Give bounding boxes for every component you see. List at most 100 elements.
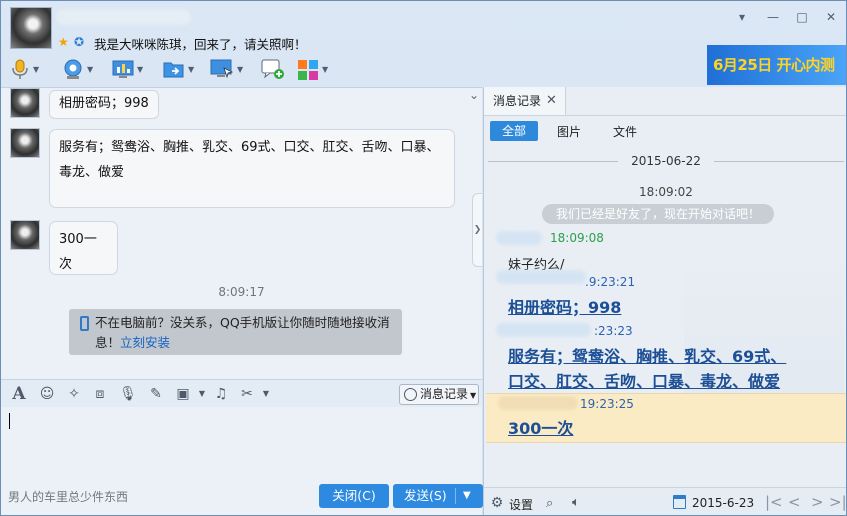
close-button[interactable]: 关闭(C) bbox=[319, 484, 389, 508]
calendar-icon[interactable] bbox=[673, 495, 686, 509]
message-history-button[interactable]: 消息记录 ▼ bbox=[399, 384, 479, 405]
chevron-down-icon[interactable]: ▼ bbox=[137, 65, 143, 74]
text-caret bbox=[9, 413, 10, 429]
sms-icon bbox=[261, 59, 284, 79]
history-entry-time: 18:09:08 bbox=[550, 231, 604, 245]
tab-label: 消息记录 bbox=[493, 94, 542, 108]
send-button[interactable]: 发送(S) ▼ bbox=[393, 484, 483, 508]
chevron-down-icon[interactable]: ▼ bbox=[322, 65, 328, 74]
menu-dropdown-icon[interactable]: ▾ bbox=[733, 9, 751, 25]
remote-desktop-icon bbox=[210, 59, 234, 79]
minimize-icon[interactable]: — bbox=[764, 9, 782, 25]
settings-button[interactable]: 设置 bbox=[509, 496, 533, 513]
history-entry-text: 口交、肛交、舌吻、口暴、毒龙、做爱 bbox=[508, 372, 781, 391]
music-icon[interactable]: ♫ bbox=[212, 385, 230, 403]
close-window-icon[interactable]: ✕ bbox=[822, 9, 840, 25]
message-avatar[interactable] bbox=[10, 128, 40, 158]
filter-all-button[interactable]: 全部 bbox=[490, 121, 538, 141]
date-divider: 2015-06-22 bbox=[484, 154, 846, 168]
chevron-down-icon[interactable]: ▼ bbox=[33, 65, 39, 74]
message-avatar[interactable] bbox=[10, 220, 40, 250]
star-icon[interactable]: ★ bbox=[58, 35, 69, 49]
emoji-icon[interactable]: ☺ bbox=[38, 385, 56, 403]
tab-message-history[interactable]: 消息记录 ✕ bbox=[484, 87, 566, 115]
remote-desktop-button[interactable]: ▼ bbox=[210, 57, 243, 81]
voice-message-icon[interactable]: 🎙︎ bbox=[119, 385, 137, 403]
close-tab-icon[interactable]: ✕ bbox=[546, 87, 557, 115]
voice-icon bbox=[12, 59, 28, 79]
clock-icon bbox=[404, 388, 417, 401]
message-text: 300一次 bbox=[59, 232, 97, 272]
send-label: 发送(S) bbox=[404, 488, 447, 503]
history-entry-time: :23:23 bbox=[594, 324, 633, 338]
voice-call-button[interactable]: ▼ bbox=[10, 57, 39, 81]
apps-button[interactable]: ▼ bbox=[297, 57, 328, 81]
chevron-down-icon[interactable]: ▼ bbox=[193, 385, 211, 403]
apps-icon bbox=[298, 60, 318, 80]
compose-toolbar: A ☺ ✧ ⧈ 🎙︎ ✎ ▣ ▼ ♫ ✂ ▼ 消息记录 ▼ bbox=[1, 379, 482, 407]
history-entry-text: 相册密码；998 bbox=[508, 298, 622, 317]
message-avatar[interactable] bbox=[10, 88, 40, 118]
history-bottom-bar: ⚙ 设置 ⌕ 🔈︎ 2015-6-23 |< < > >| bbox=[484, 487, 846, 515]
sms-button[interactable] bbox=[261, 57, 285, 81]
history-entry-time: .9:23:21 bbox=[585, 275, 636, 289]
chevron-down-icon[interactable]: ▼ bbox=[257, 385, 275, 403]
image-icon[interactable]: ▣ bbox=[174, 385, 192, 403]
file-transfer-button[interactable]: ▼ bbox=[163, 57, 194, 81]
screen-share-icon bbox=[112, 60, 134, 78]
message-text: 服务有；鸳鸯浴、胸推、乳交、69式、口交、肛交、舌吻、口暴、毒龙、做爱 bbox=[59, 140, 440, 180]
video-call-button[interactable]: ▼ bbox=[62, 57, 93, 81]
video-icon bbox=[64, 59, 82, 79]
shake-window-icon[interactable]: ⧈ bbox=[91, 385, 109, 403]
qzone-icon[interactable]: ✪ bbox=[74, 35, 84, 49]
magic-expression-icon[interactable]: ✧ bbox=[65, 385, 83, 403]
next-page-icon[interactable]: > bbox=[811, 493, 824, 511]
chevron-down-icon: ▼ bbox=[470, 391, 477, 400]
message-text: 相册密码；998 bbox=[59, 96, 149, 111]
collapse-icon[interactable]: ⌄ bbox=[469, 88, 479, 102]
first-page-icon[interactable]: |< bbox=[765, 493, 783, 511]
message-bubble: 300一次 bbox=[49, 221, 118, 275]
prev-page-icon[interactable]: < bbox=[788, 493, 801, 511]
chevron-down-icon[interactable]: ▼ bbox=[237, 65, 243, 74]
contact-nickname-blurred bbox=[56, 9, 191, 25]
phone-icon bbox=[80, 316, 89, 331]
search-icon[interactable]: ⌕ bbox=[546, 496, 553, 511]
tab-divider bbox=[484, 115, 846, 116]
send-button-separator bbox=[455, 488, 456, 504]
chevron-down-icon[interactable]: ▼ bbox=[87, 65, 93, 74]
edit-icon[interactable]: ✎ bbox=[147, 385, 165, 403]
system-message: 我们已经是好友了，现在开始对话吧！ bbox=[542, 204, 774, 224]
ad-banner-text: 6月25日 开心内测 bbox=[713, 56, 835, 74]
chat-message-area[interactable]: ⌄ 相册密码；998 服务有；鸳鸯浴、胸推、乳交、69式、口交、肛交、舌吻、口暴… bbox=[1, 87, 482, 379]
screenshot-scissors-icon[interactable]: ✂ bbox=[238, 385, 256, 403]
message-history-panel: 消息记录 ✕ 全部 图片 文件 2015-06-22 18:09:02 我们已经… bbox=[483, 87, 846, 515]
send-options-dropdown-icon[interactable]: ▼ bbox=[463, 484, 471, 508]
font-icon[interactable]: A bbox=[10, 385, 28, 403]
message-history-label: 消息记录 bbox=[420, 387, 469, 401]
screen-share-button[interactable]: ▼ bbox=[112, 57, 143, 81]
message-bubble: 服务有；鸳鸯浴、胸推、乳交、69式、口交、肛交、舌吻、口暴、毒龙、做爱 bbox=[49, 129, 455, 208]
speaker-icon[interactable]: 🔈︎ bbox=[572, 495, 580, 510]
history-entry-text: 300一次 bbox=[508, 419, 574, 438]
filter-images-button[interactable]: 图片 bbox=[557, 123, 581, 140]
chevron-down-icon[interactable]: ▼ bbox=[188, 65, 194, 74]
filter-files-button[interactable]: 文件 bbox=[613, 123, 637, 140]
system-message-time: 18:09:02 bbox=[639, 185, 693, 199]
chat-window: ★ ✪ 我是大咪咪陈琪，回来了，请关照啊！ ▾ — □ ✕ ▼ ▼ ▼ ▼ ▼ … bbox=[0, 0, 847, 516]
current-date[interactable]: 2015-6-23 bbox=[692, 496, 754, 510]
last-page-icon[interactable]: >| bbox=[829, 493, 846, 511]
contact-signature: 我是大咪咪陈琪，回来了，请关照啊！ bbox=[94, 37, 307, 52]
history-entry-text: 服务有；鸳鸯浴、胸推、乳交、69式、 bbox=[508, 347, 787, 366]
install-now-link[interactable]: 立刻安装 bbox=[120, 335, 170, 350]
maximize-icon[interactable]: □ bbox=[793, 9, 811, 25]
ad-text-link[interactable]: 男人的车里总少件东西 bbox=[8, 488, 128, 505]
ad-banner[interactable]: 6月25日 开心内测 bbox=[707, 45, 846, 85]
contact-avatar[interactable] bbox=[10, 7, 52, 49]
toggle-history-panel-handle[interactable]: ❯ bbox=[472, 193, 482, 267]
mobile-qq-notice: 不在电脑前？没关系，QQ手机版让你随时随地接收消息！立刻安装 bbox=[69, 309, 402, 355]
message-bubble: 相册密码；998 bbox=[49, 90, 159, 119]
file-transfer-icon bbox=[163, 62, 184, 78]
gear-icon[interactable]: ⚙ bbox=[489, 495, 505, 511]
history-entry-time: 19:23:25 bbox=[580, 397, 634, 411]
